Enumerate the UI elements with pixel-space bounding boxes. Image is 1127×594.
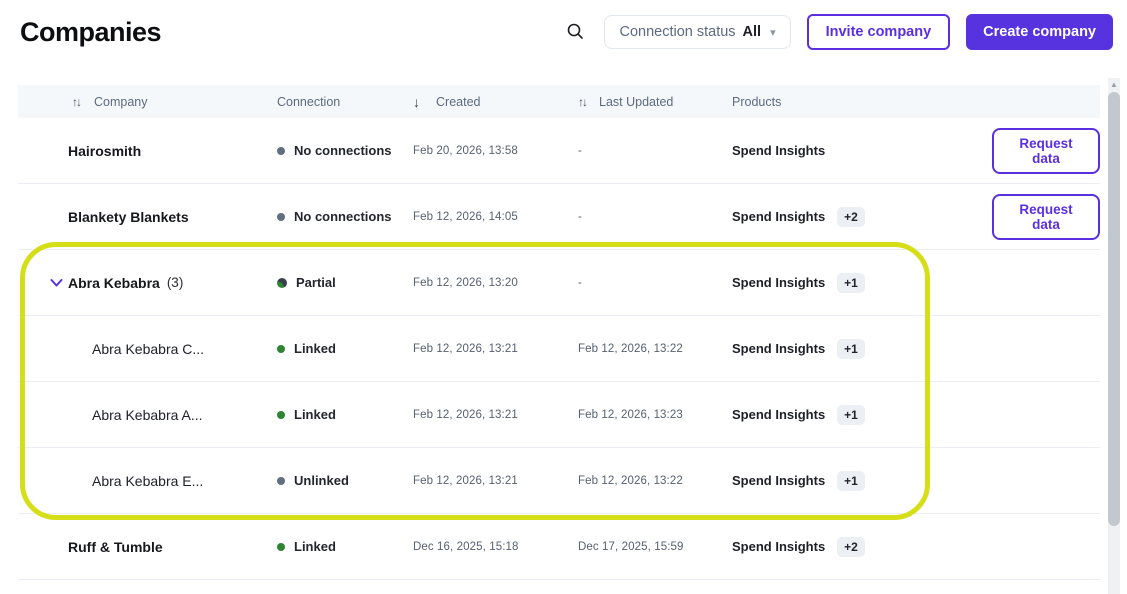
updated-date: Feb 12, 2026, 13:23 — [578, 409, 683, 421]
company-name: Abra Kebabra — [68, 275, 160, 291]
table-row[interactable]: Abra Kebabra (3) Partial Feb 12, 2026, 1… — [18, 250, 1100, 316]
created-date: Feb 12, 2026, 13:21 — [413, 475, 518, 487]
connection-status: Linked — [294, 539, 336, 554]
header-last-updated[interactable]: Last Updated — [599, 95, 673, 109]
product-count-badge: +2 — [837, 537, 865, 557]
status-dot-icon — [277, 477, 285, 485]
product-label: Spend Insights — [732, 275, 825, 290]
updated-date: Feb 12, 2026, 13:22 — [578, 343, 683, 355]
invite-company-button[interactable]: Invite company — [807, 14, 951, 50]
table-row[interactable]: Hairosmith No connections Feb 20, 2026, … — [18, 118, 1100, 184]
product-label: Spend Insights — [732, 407, 825, 422]
updated-date: - — [578, 277, 582, 289]
request-data-button[interactable]: Request data — [992, 194, 1100, 240]
sort-icon-company[interactable]: ↑↓ — [72, 95, 80, 109]
product-label: Spend Insights — [732, 341, 825, 356]
company-name: Hairosmith — [68, 143, 141, 159]
product-count-badge: +1 — [837, 339, 865, 359]
connection-status: Linked — [294, 341, 336, 356]
caret-down-icon: ▾ — [770, 26, 776, 39]
company-name: Abra Kebabra A... — [92, 407, 203, 423]
scrollbar[interactable]: ▲ — [1108, 78, 1120, 594]
updated-date: - — [578, 145, 582, 157]
connection-status: No connections — [294, 143, 392, 158]
company-name: Blankety Blankets — [68, 209, 189, 225]
product-count-badge: +1 — [837, 471, 865, 491]
create-company-button[interactable]: Create company — [966, 14, 1113, 50]
company-child-count: (3) — [167, 275, 184, 290]
table-row[interactable]: Abra Kebabra A... Linked Feb 12, 2026, 1… — [18, 382, 1100, 448]
table-row[interactable]: Abra Kebabra C... Linked Feb 12, 2026, 1… — [18, 316, 1100, 382]
company-name: Abra Kebabra E... — [92, 473, 203, 489]
created-date: Dec 16, 2025, 15:18 — [413, 541, 518, 553]
status-dot-icon — [277, 345, 285, 353]
chevron-down-icon[interactable] — [50, 278, 63, 287]
filter-label: Connection status — [619, 24, 735, 40]
product-count-badge: +1 — [837, 405, 865, 425]
toolbar-controls: Connection status All ▾ Invite company C… — [562, 14, 1113, 50]
created-date: Feb 12, 2026, 14:05 — [413, 211, 518, 223]
status-dot-icon — [277, 411, 285, 419]
table-row[interactable]: Abra Kebabra E... Unlinked Feb 12, 2026,… — [18, 448, 1100, 514]
connection-status: No connections — [294, 209, 392, 224]
product-count-badge: +2 — [837, 207, 865, 227]
connection-status: Partial — [296, 275, 336, 290]
header-connection[interactable]: Connection — [277, 95, 340, 109]
table-row[interactable]: Blankety Blankets No connections Feb 12,… — [18, 184, 1100, 250]
product-label: Spend Insights — [732, 143, 825, 158]
connection-status: Linked — [294, 407, 336, 422]
toolbar: Companies Connection status All ▾ Invite… — [0, 0, 1127, 52]
connection-status: Unlinked — [294, 473, 349, 488]
product-label: Spend Insights — [732, 473, 825, 488]
header-company[interactable]: Company — [94, 95, 148, 109]
sort-icon-last-updated[interactable]: ↑↓ — [578, 95, 586, 109]
scrollbar-thumb[interactable] — [1108, 92, 1120, 526]
connection-status-filter[interactable]: Connection status All ▾ — [604, 15, 790, 49]
header-created[interactable]: Created — [436, 95, 480, 109]
updated-date: Dec 17, 2025, 15:59 — [578, 541, 683, 553]
status-dot-icon — [277, 543, 285, 551]
product-count-badge: +1 — [837, 273, 865, 293]
sort-desc-icon-created[interactable]: ↓ — [413, 94, 420, 110]
search-icon — [566, 22, 584, 43]
created-date: Feb 12, 2026, 13:20 — [413, 277, 518, 289]
search-button[interactable] — [562, 18, 588, 47]
product-label: Spend Insights — [732, 539, 825, 554]
header-products[interactable]: Products — [732, 95, 781, 109]
scroll-up-arrow-icon[interactable]: ▲ — [1108, 80, 1120, 89]
filter-value: All — [743, 24, 762, 40]
created-date: Feb 20, 2026, 13:58 — [413, 145, 518, 157]
updated-date: Feb 12, 2026, 13:22 — [578, 475, 683, 487]
request-data-button[interactable]: Request data — [992, 128, 1100, 174]
created-date: Feb 12, 2026, 13:21 — [413, 343, 518, 355]
company-name: Ruff & Tumble — [68, 539, 163, 555]
status-dot-icon — [277, 278, 287, 288]
status-dot-icon — [277, 147, 285, 155]
companies-page: Companies Connection status All ▾ Invite… — [0, 0, 1127, 594]
updated-date: - — [578, 211, 582, 223]
companies-table: ↑↓ Company Connection ↓ Created ↑↓ Last … — [18, 85, 1100, 580]
table-header: ↑↓ Company Connection ↓ Created ↑↓ Last … — [18, 85, 1100, 118]
created-date: Feb 12, 2026, 13:21 — [413, 409, 518, 421]
company-name: Abra Kebabra C... — [92, 341, 204, 357]
status-dot-icon — [277, 213, 285, 221]
table-row[interactable]: Ruff & Tumble Linked Dec 16, 2025, 15:18… — [18, 514, 1100, 580]
table-body: Hairosmith No connections Feb 20, 2026, … — [18, 118, 1100, 580]
page-title: Companies — [20, 17, 161, 48]
product-label: Spend Insights — [732, 209, 825, 224]
